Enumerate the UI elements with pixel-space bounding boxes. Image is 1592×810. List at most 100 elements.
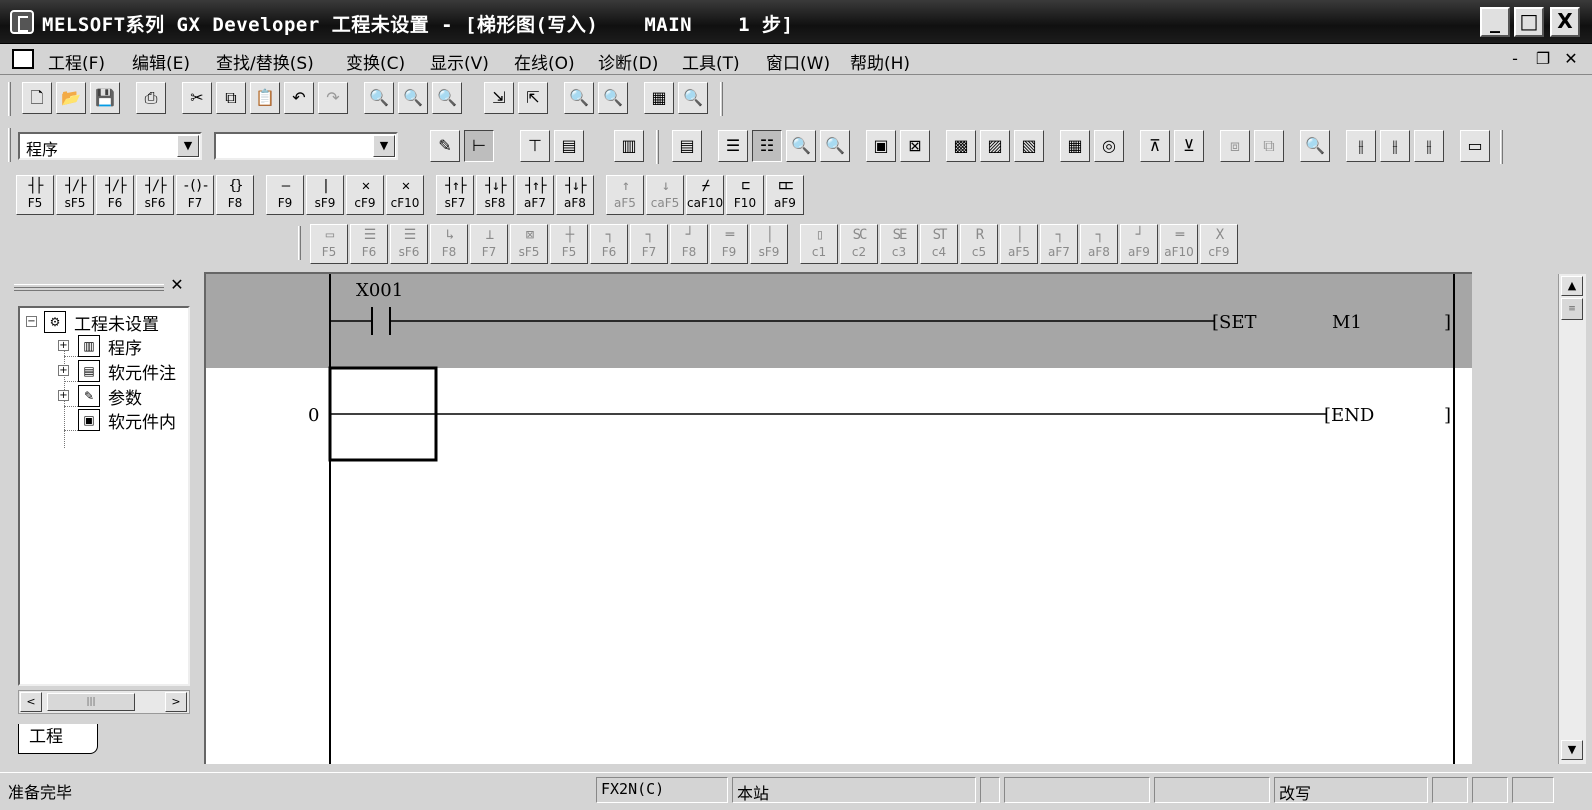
program-select-combo[interactable]: ▼ — [214, 132, 398, 160]
sfc-key[interactable]: SE c3 — [880, 224, 918, 264]
open-folder-icon[interactable]: 📂 — [56, 82, 86, 114]
menu-help[interactable]: 帮助(H) — [850, 49, 910, 74]
tree-item-device-comment[interactable]: + ▤ 软元件注 — [54, 359, 188, 384]
find-step-icon[interactable]: 🔍 — [432, 82, 462, 114]
ladder-key-parallel-no-contact[interactable]: ┤/├ sF5 — [56, 175, 94, 215]
monitor-stop-icon[interactable]: ▨ — [980, 130, 1010, 162]
sfc-key[interactable]: ┐ aF7 — [1040, 224, 1078, 264]
ladder-key-line-delete[interactable]: ⊏⊏ aF9 — [766, 175, 804, 215]
symbol-icon[interactable]: ⊠ — [900, 130, 930, 162]
ladder-key-parallel-rising[interactable]: ┤↑├ aF7 — [516, 175, 554, 215]
sfc-key[interactable]: ⊥ F7 — [470, 224, 508, 264]
sfc-key[interactable]: ┘ aF9 — [1120, 224, 1158, 264]
ladder-register-icon[interactable]: ▦ — [1060, 130, 1090, 162]
comment-display-icon[interactable]: ☰ — [718, 130, 748, 162]
expand-icon[interactable]: + — [58, 365, 69, 376]
sfc-key[interactable]: ┐ aF8 — [1080, 224, 1118, 264]
sfc-key[interactable]: XcF9 — [1200, 224, 1238, 264]
device-memory-icon[interactable]: ▣ — [866, 130, 896, 162]
sfc-key[interactable]: Rc5 — [960, 224, 998, 264]
sfc-key[interactable]: ↳ F8 — [430, 224, 468, 264]
ladder-editor[interactable]: X001 [SET M1 ] 0 [END ] — [204, 272, 1472, 764]
ladder-key-vertical-line[interactable]: | sF9 — [306, 175, 344, 215]
sfc-key[interactable]: ☰ sF6 — [390, 224, 428, 264]
monitor-all-icon[interactable]: ▧ — [1014, 130, 1044, 162]
melsoft-app-icon[interactable] — [10, 10, 34, 34]
sfc-key[interactable]: SC c2 — [840, 224, 878, 264]
ladder-key-nc-contact[interactable]: ┤/├ F6 — [96, 175, 134, 215]
sfc-icon[interactable]: ▥ — [614, 130, 644, 162]
ladder-tree-icon[interactable]: ⊢ — [464, 130, 494, 162]
tab-project[interactable]: 工程 — [18, 724, 98, 754]
scrollbar-thumb[interactable]: ||| — [47, 693, 135, 711]
ladder-key-delete-horizontal[interactable]: ✕ cF9 — [346, 175, 384, 215]
scroll-up-icon[interactable]: ▲ — [1561, 276, 1583, 296]
zoom-out-icon[interactable]: 🔍 — [820, 130, 850, 162]
sfc-key[interactable]: ═ aF10 — [1160, 224, 1198, 264]
sfc-key[interactable]: ☰ F6 — [350, 224, 388, 264]
list-mode-icon[interactable]: ▤ — [554, 130, 584, 162]
plc-read-icon[interactable]: ⇱ — [518, 82, 548, 114]
sfc-key[interactable]: ┐ F6 — [590, 224, 628, 264]
chevron-down-icon[interactable]: ▼ — [373, 135, 395, 157]
ladder-edit-icon[interactable]: ✎ — [430, 130, 460, 162]
device-comment-icon[interactable]: ▤ — [672, 130, 702, 162]
document-icon[interactable] — [12, 49, 34, 69]
ladder-key-delete-vertical[interactable]: ✕ cF10 — [386, 175, 424, 215]
save-icon[interactable]: 💾 — [90, 82, 120, 114]
panel-horizontal-scrollbar[interactable]: < ||| > — [18, 690, 190, 714]
menu-tools[interactable]: 工具(T) — [682, 49, 740, 74]
undo-icon[interactable]: ↶ — [284, 82, 314, 114]
sfc-key[interactable]: ST c4 — [920, 224, 958, 264]
sfc-key[interactable]: ▭ F5 — [310, 224, 348, 264]
sfc-key[interactable]: ═ F9 — [710, 224, 748, 264]
sfc-key[interactable]: │ aF5 — [1000, 224, 1038, 264]
menu-project[interactable]: 工程(F) — [48, 49, 105, 74]
ladder-key-coil[interactable]: -()- F7 — [176, 175, 214, 215]
step-run-icon[interactable]: ⊼ — [1140, 130, 1170, 162]
simulation-stop-icon[interactable]: ⧉ — [1254, 130, 1284, 162]
tree-item-device-memory[interactable]: ▣ 软元件内 — [54, 408, 188, 433]
mdi-restore-button[interactable]: ❐ — [1532, 48, 1554, 70]
panel-grip[interactable] — [14, 284, 164, 291]
ladder-key-application-instruction[interactable]: {} F8 — [216, 175, 254, 215]
cut-icon[interactable]: ✂ — [182, 82, 212, 114]
sfc-key[interactable]: ┼ F5 — [550, 224, 588, 264]
menu-convert[interactable]: 变换(C) — [346, 49, 405, 74]
find-device-icon[interactable]: 🔍 — [364, 82, 394, 114]
statement-display-icon[interactable]: ☷ — [752, 130, 782, 162]
menu-window[interactable]: 窗口(W) — [766, 49, 830, 74]
sfc-key[interactable]: ▯ c1 — [800, 224, 838, 264]
remote-operation-icon[interactable]: ▭ — [1460, 130, 1490, 162]
minimize-button[interactable]: _ — [1480, 7, 1510, 37]
data-type-combo[interactable]: 程序 ▼ — [18, 132, 202, 160]
tree-item-program[interactable]: + ▥ 程序 — [54, 334, 188, 359]
copy-icon[interactable]: ⧉ — [216, 82, 246, 114]
find-instruction-icon[interactable]: 🔍 — [398, 82, 428, 114]
sfc-key[interactable]: ⊠ sF5 — [510, 224, 548, 264]
mdi-minimize-button[interactable]: - — [1504, 48, 1526, 70]
transfer-icon[interactable]: ⫲ — [1414, 130, 1444, 162]
ladder-key-parallel-falling[interactable]: ┤↓├ aF8 — [556, 175, 594, 215]
ladder-key-horizontal-line[interactable]: — F9 — [266, 175, 304, 215]
panel-close-icon[interactable]: ✕ — [168, 276, 186, 294]
menu-view[interactable]: 显示(V) — [430, 49, 489, 74]
entry-monitor-icon[interactable]: ◎ — [1094, 130, 1124, 162]
test-icon[interactable]: 🔍 — [1300, 130, 1330, 162]
sfc-key[interactable]: ┐ F7 — [630, 224, 668, 264]
collapse-icon[interactable]: − — [26, 316, 37, 327]
ladder-key-rising-edge[interactable]: ↑ aF5 — [606, 175, 644, 215]
simulation-start-icon[interactable]: ⧈ — [1220, 130, 1250, 162]
ladder-key-line-input[interactable]: ⊏ F10 — [726, 175, 764, 215]
ladder-key-falling-pulse[interactable]: ┤↓├ sF8 — [476, 175, 514, 215]
ladder-mode-icon[interactable]: ⊤ — [520, 130, 550, 162]
plc-write-icon[interactable]: ⇲ — [484, 82, 514, 114]
redo-icon[interactable]: ↷ — [318, 82, 348, 114]
expand-icon[interactable]: + — [58, 340, 69, 351]
monitor-write-icon[interactable]: 🔍 — [598, 82, 628, 114]
device-batch-icon[interactable]: ▦ — [644, 82, 674, 114]
scroll-right-icon[interactable]: > — [165, 692, 187, 712]
editor-vertical-scrollbar[interactable]: ▲ ≡ ▼ — [1558, 274, 1586, 764]
sfc-key[interactable]: │ sF9 — [750, 224, 788, 264]
ladder-key-no-contact[interactable]: ┤├ F5 — [16, 175, 54, 215]
